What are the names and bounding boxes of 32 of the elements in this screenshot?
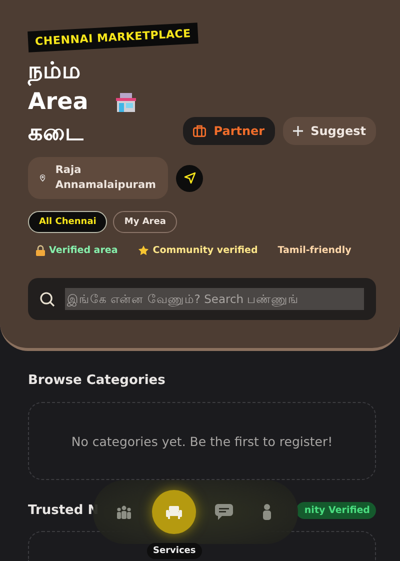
sofa-icon — [166, 506, 182, 518]
verified-badge: nity Verified — [296, 502, 376, 519]
lock-icon — [36, 245, 45, 256]
trust-tag: Community verified — [152, 245, 258, 256]
chat-icon — [214, 504, 233, 520]
trust-tag: Verified area — [49, 245, 118, 256]
navigation-icon — [184, 172, 196, 184]
shop-icon — [116, 93, 136, 112]
briefcase-icon — [192, 125, 206, 137]
group-icon — [116, 505, 132, 519]
app-title: நம்ம — [28, 57, 82, 87]
section-title: Trusted N — [28, 503, 99, 518]
star-icon — [138, 245, 149, 256]
person-icon — [262, 504, 272, 520]
app-title: Area — [28, 88, 88, 117]
search-field[interactable]: இங்கே என்ன வேணும்? Search பண்ணுங் — [28, 278, 376, 320]
map-pin-icon — [40, 172, 46, 184]
location-selector[interactable]: Raja Annamalaipuram — [28, 157, 168, 199]
suggest-button[interactable]: Suggest — [282, 117, 376, 145]
marketplace-badge: CHENNAI MARKETPLACE — [28, 22, 198, 52]
search-icon — [40, 292, 55, 306]
locate-button[interactable] — [176, 164, 203, 192]
scope-tab[interactable]: All Chennai — [28, 211, 108, 233]
section-title: Browse Categories — [28, 373, 166, 388]
tooltip: Services — [147, 543, 202, 559]
trust-tag: Tamil-friendly — [278, 245, 352, 256]
scope-tab[interactable]: My Area — [113, 211, 177, 233]
partner-button[interactable]: Partner — [182, 117, 275, 145]
app-title: கடை — [28, 119, 84, 148]
plus-icon — [292, 126, 303, 136]
empty-message: No categories yet. Be the first to register! — [71, 434, 333, 448]
nav-tab[interactable] — [152, 490, 196, 534]
